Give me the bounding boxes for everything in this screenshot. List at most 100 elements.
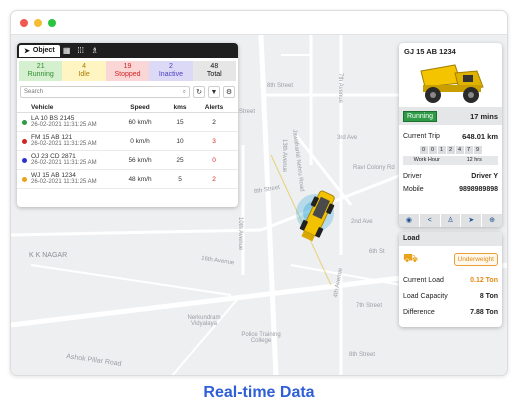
vehicle-kms: 5 <box>178 175 182 183</box>
user-icon[interactable]: ♙ <box>441 214 462 227</box>
difference-label: Difference <box>403 308 435 316</box>
difference-value: 7.88 Ton <box>470 308 498 316</box>
vehicle-speed: 48 km/h <box>128 175 152 183</box>
table-row[interactable]: LA 10 BS 2145 26-02-2021 11:31:25 AM 60 k… <box>17 113 238 132</box>
odometer-digit: 0 <box>428 146 437 154</box>
vehicle-number: LA 10 BS 2145 <box>31 115 75 122</box>
vehicle-time: 26-02-2021 11:31:25 AM <box>31 160 97 166</box>
current-load-row: Current Load 0.12 Ton <box>399 272 502 288</box>
table-row[interactable]: FM 15 AB 121 26-02-2021 11:31:25 AM 0 km/… <box>17 132 238 151</box>
status-total[interactable]: 48 Total <box>192 61 237 81</box>
building-icon[interactable]: ▦ <box>60 45 74 57</box>
search-row: Search ⌕ ↻ ▼ ⚙ <box>20 85 235 99</box>
driver-value: Driver Y <box>471 173 498 180</box>
table-row[interactable]: OJ 23 CD 2871 26-02-2021 11:31:25 AM 56 k… <box>17 151 238 170</box>
status-label: Inactive <box>158 71 183 78</box>
status-inactive[interactable]: 2 Inactive <box>149 61 193 81</box>
navigation-arrow-icon: ➤ <box>24 47 30 55</box>
current-trip-row: Current Trip 648.01 km <box>399 128 502 144</box>
filter-icon: ▼ <box>210 88 218 96</box>
status-label: Running <box>27 71 54 78</box>
status-idle[interactable]: 4 Idle <box>62 61 106 81</box>
vehicle-time: 26-02-2021 11:31:25 AM <box>31 179 97 185</box>
odometer-digit: 2 <box>446 146 455 154</box>
odometer-digit: 9 <box>473 146 482 154</box>
vehicle-alerts: 2 <box>212 118 216 126</box>
search-placeholder: Search <box>24 89 44 95</box>
map-label: Police Training College <box>241 332 281 344</box>
load-title: Load <box>399 232 502 246</box>
grid-icon[interactable]: ⁞⁞⁞ <box>74 45 88 57</box>
tab-object[interactable]: ➤ Object <box>19 44 60 57</box>
odometer-digit: 7 <box>464 146 473 154</box>
close-window-button[interactable] <box>20 19 28 27</box>
vehicle-speed: 56 km/h <box>128 156 152 164</box>
load-status-row: ⛟ Underweight <box>399 246 502 272</box>
vehicle-kms: 15 <box>176 118 184 126</box>
vehicle-time: 26-02-2021 11:31:25 AM <box>31 141 97 147</box>
column-header[interactable]: kms <box>165 104 195 111</box>
maximize-window-button[interactable] <box>48 19 56 27</box>
status-summary: 21 Running 4 Idle 19 Stopped 2 Inactive … <box>19 61 237 81</box>
search-input[interactable]: Search ⌕ <box>20 86 190 98</box>
zoom-icon[interactable]: ⊕ <box>482 214 502 227</box>
map-view[interactable]: K K NAGAR Street 3rd Ave 8th Street 10th… <box>11 35 507 375</box>
work-hour-value: 12 hrs <box>466 157 482 163</box>
vehicle-alerts: 2 <box>212 175 216 183</box>
status-badge: Running <box>403 110 438 122</box>
work-hour-label: Work Hour <box>413 157 440 163</box>
odometer-digit: 1 <box>437 146 446 154</box>
window-titlebar <box>11 11 507 35</box>
vehicle-detail-panel: GJ 15 AB 1234 Running 17 mins Current Tr… <box>399 43 502 227</box>
vehicle-speed: 60 km/h <box>128 118 152 126</box>
vehicle-marker[interactable] <box>293 185 341 255</box>
map-label: 10th Avenue <box>237 217 243 251</box>
object-panel: ➤ Object ▦ ⁞⁞⁞ ♗ 21 Running 4 Idle 19 St… <box>17 43 238 207</box>
loader-truck-icon: ⛟ <box>403 251 419 265</box>
vehicle-speed: 0 km/h <box>130 137 150 145</box>
refresh-icon: ↻ <box>196 89 202 96</box>
eye-icon[interactable]: ◉ <box>399 214 420 227</box>
vehicle-number: OJ 23 CD 2871 <box>31 153 76 160</box>
tab-object-label: Object <box>32 47 55 54</box>
minimize-window-button[interactable] <box>34 19 42 27</box>
settings-button[interactable]: ⚙ <box>223 86 235 98</box>
odometer: 0 0 1 2 4 7 9 <box>399 146 502 154</box>
capacity-value: 8 Ton <box>479 292 498 300</box>
vehicle-number: FM 15 AB 121 <box>31 134 73 141</box>
dump-truck-icon <box>296 190 335 242</box>
mobile-label: Mobile <box>403 186 424 193</box>
status-count: 19 <box>123 63 132 70</box>
column-header[interactable]: Alerts <box>195 104 233 111</box>
status-count: 4 <box>82 63 87 70</box>
user-tree-icon[interactable]: ♗ <box>88 45 102 57</box>
navigate-icon[interactable]: ➤ <box>461 214 483 227</box>
share-icon[interactable]: < <box>420 214 441 227</box>
status-running[interactable]: 21 Running <box>19 61 63 81</box>
column-header[interactable]: Speed <box>115 104 165 111</box>
load-panel: Load ⛟ Underweight Current Load 0.12 Ton… <box>399 232 502 327</box>
run-duration: 17 mins <box>470 111 498 121</box>
object-panel-tabs: ➤ Object ▦ ⁞⁞⁞ ♗ <box>17 43 238 58</box>
vehicle-time: 26-02-2021 11:31:25 AM <box>31 122 97 128</box>
odometer-digit: 0 <box>419 146 428 154</box>
map-label: K K NAGAR <box>29 252 68 259</box>
status-count: 48 <box>210 63 219 70</box>
filter-button[interactable]: ▼ <box>208 86 220 98</box>
status-count: 21 <box>36 63 45 70</box>
capacity-label: Load Capacity <box>403 292 448 300</box>
status-stopped[interactable]: 19 Stopped <box>105 61 150 81</box>
search-icon: ⌕ <box>182 88 186 95</box>
vehicle-table: Vehicle Speed kms Alerts LA 10 BS 2145 26… <box>17 102 238 189</box>
table-row[interactable]: WJ 15 AB 1234 26-02-2021 11:31:25 AM 48 k… <box>17 170 238 189</box>
status-dot <box>21 157 27 163</box>
caption: Real-time Data <box>203 384 315 401</box>
refresh-button[interactable]: ↻ <box>193 86 205 98</box>
status-label: Total <box>206 71 222 78</box>
run-status-row: Running 17 mins <box>399 107 502 125</box>
column-header[interactable]: Vehicle <box>31 104 115 111</box>
capacity-row: Load Capacity 8 Ton <box>399 288 502 304</box>
status-dot <box>21 138 27 144</box>
difference-row: Difference 7.88 Ton <box>399 304 502 320</box>
app-window: K K NAGAR Street 3rd Ave 8th Street 10th… <box>10 10 508 376</box>
